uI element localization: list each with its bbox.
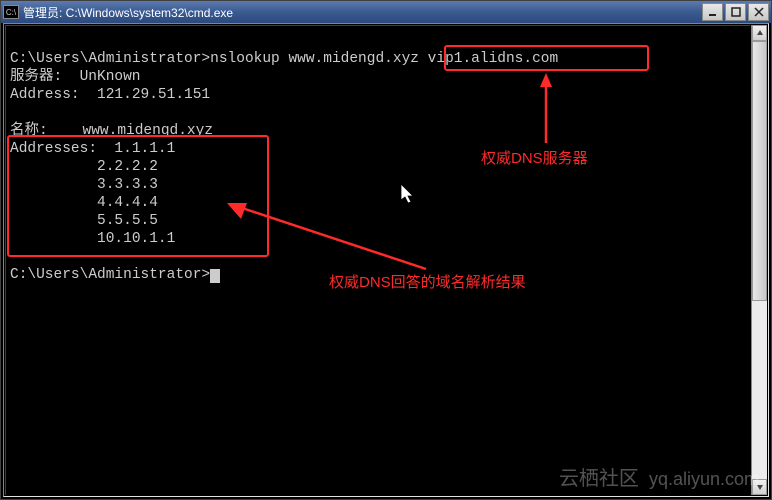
addresses-line-6: 10.10.1.1 xyxy=(10,231,175,247)
addresses-line-4: 4.4.4.4 xyxy=(10,195,158,211)
addresses-line-5: 5.5.5.5 xyxy=(10,213,158,229)
watermark-en: yq.aliyun.com xyxy=(649,469,759,490)
addresses-line-1: Addresses: 1.1.1.1 xyxy=(10,141,175,157)
window-title: 管理员: C:\Windows\system32\cmd.exe xyxy=(23,4,702,21)
address-line: Address: 121.29.51.151 xyxy=(10,87,210,103)
name-line: 名称: www.midengd.xyz xyxy=(10,123,213,139)
cmd-window: C:\ 管理员: C:\Windows\system32\cmd.exe C:\… xyxy=(0,0,772,500)
watermark: 云栖社区 yq.aliyun.com xyxy=(559,462,759,491)
nslookup-command-line: C:\Users\Administrator>nslookup www.mide… xyxy=(10,51,558,67)
server-line: 服务器: UnKnown xyxy=(10,69,141,85)
scroll-up-button[interactable] xyxy=(752,25,767,41)
window-controls xyxy=(702,3,769,21)
addresses-line-3: 3.3.3.3 xyxy=(10,177,158,193)
addresses-line-2: 2.2.2.2 xyxy=(10,159,158,175)
prompt-line: C:\Users\Administrator> xyxy=(10,267,220,283)
console-output[interactable]: C:\Users\Administrator>nslookup www.mide… xyxy=(5,25,750,495)
cursor-block xyxy=(210,269,220,283)
cmd-icon: C:\ xyxy=(3,5,19,19)
watermark-cn: 云栖社区 xyxy=(559,462,639,491)
console-frame: C:\Users\Administrator>nslookup www.mide… xyxy=(3,23,769,497)
vertical-scrollbar[interactable] xyxy=(751,25,767,495)
scroll-thumb[interactable] xyxy=(752,41,767,301)
maximize-button[interactable] xyxy=(725,3,746,21)
titlebar[interactable]: C:\ 管理员: C:\Windows\system32\cmd.exe xyxy=(1,1,771,23)
close-button[interactable] xyxy=(748,3,769,21)
minimize-button[interactable] xyxy=(702,3,723,21)
